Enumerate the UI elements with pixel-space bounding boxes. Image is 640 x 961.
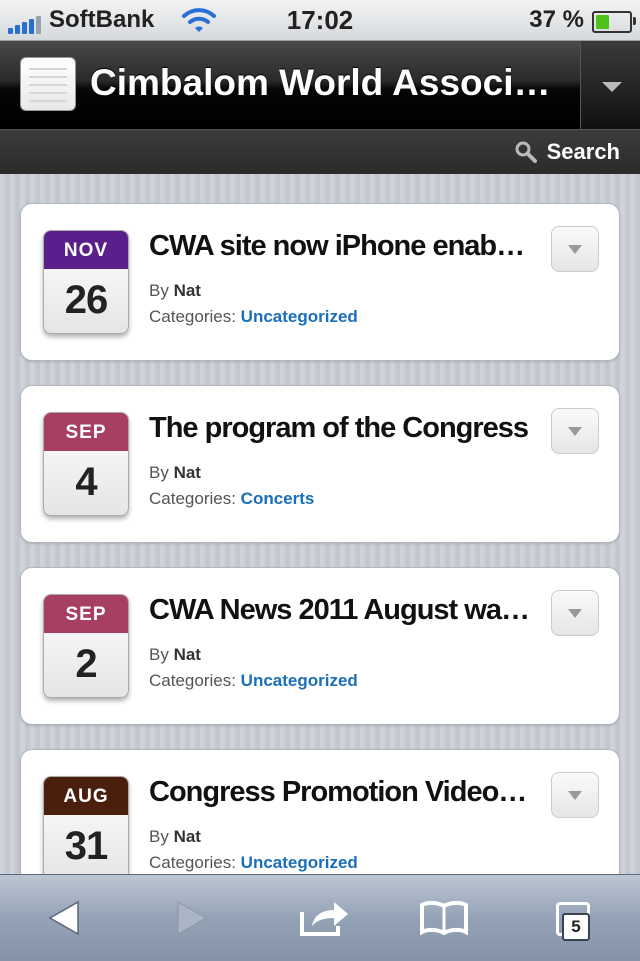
date-badge: SEP 2 xyxy=(43,594,129,698)
menu-toggle-button[interactable] xyxy=(580,41,640,129)
post-categories-line: Categories: Uncategorized xyxy=(149,852,358,874)
share-icon xyxy=(300,902,348,936)
post-list: NOV 26 CWA site now iPhone enabled By Na… xyxy=(0,174,640,874)
post-author: Nat xyxy=(173,463,201,482)
date-badge: AUG 31 xyxy=(43,776,129,874)
category-link[interactable]: Uncategorized xyxy=(241,671,358,690)
chevron-down-icon xyxy=(602,82,622,92)
date-month: SEP xyxy=(44,595,128,633)
post-author-line: By Nat xyxy=(149,644,201,666)
search-button[interactable]: Search xyxy=(515,136,620,168)
date-day: 4 xyxy=(75,460,97,504)
date-month: AUG xyxy=(44,777,128,815)
date-day: 26 xyxy=(64,278,109,322)
post-expand-button[interactable] xyxy=(551,226,599,272)
post-title[interactable]: CWA News 2011 August wa… xyxy=(149,592,529,628)
date-month: SEP xyxy=(44,413,128,451)
forward-button[interactable] xyxy=(142,875,242,961)
forward-arrow-icon xyxy=(177,901,208,935)
bookmarks-button[interactable] xyxy=(394,875,494,961)
site-logo-icon[interactable] xyxy=(20,57,76,111)
category-link[interactable]: Uncategorized xyxy=(241,853,358,872)
site-header: Cimbalom World Associati… xyxy=(0,41,640,129)
back-button[interactable] xyxy=(14,875,114,961)
post-expand-button[interactable] xyxy=(551,590,599,636)
categories-label: Categories: xyxy=(149,489,236,508)
tabs-button[interactable]: 5 xyxy=(520,875,620,961)
categories-label: Categories: xyxy=(149,307,236,326)
date-day: 31 xyxy=(64,824,109,868)
chevron-down-icon xyxy=(568,427,582,436)
by-label: By xyxy=(149,645,169,664)
chevron-down-icon xyxy=(568,609,582,618)
back-arrow-icon xyxy=(48,900,79,936)
battery-percent: 37 % xyxy=(529,6,584,33)
post-author-line: By Nat xyxy=(149,826,201,848)
search-label: Search xyxy=(546,139,620,164)
battery-level xyxy=(596,15,610,29)
post-expand-button[interactable] xyxy=(551,772,599,818)
date-badge: SEP 4 xyxy=(43,412,129,516)
share-button[interactable] xyxy=(274,875,374,961)
date-badge: NOV 26 xyxy=(43,230,129,334)
search-icon xyxy=(515,141,537,163)
post-author: Nat xyxy=(173,281,201,300)
site-title[interactable]: Cimbalom World Associati… xyxy=(90,61,560,105)
status-bar: SoftBank 17:02 37 % xyxy=(0,0,640,41)
search-bar: Search xyxy=(0,129,640,174)
categories-label: Categories: xyxy=(149,671,236,690)
categories-label: Categories: xyxy=(149,853,236,872)
post-title[interactable]: CWA site now iPhone enabled xyxy=(149,228,529,264)
tab-count: 5 xyxy=(562,913,590,941)
post-item[interactable]: SEP 2 CWA News 2011 August wa… By Nat Ca… xyxy=(20,567,620,725)
post-author-line: By Nat xyxy=(149,462,201,484)
post-title[interactable]: The program of the Congress xyxy=(149,410,529,446)
chevron-down-icon xyxy=(568,245,582,254)
post-item[interactable]: AUG 31 Congress Promotion Video … By Nat… xyxy=(20,749,620,874)
category-link[interactable]: Concerts xyxy=(241,489,315,508)
tabs-icon: 5 xyxy=(548,896,592,941)
chevron-down-icon xyxy=(568,791,582,800)
by-label: By xyxy=(149,281,169,300)
category-link[interactable]: Uncategorized xyxy=(241,307,358,326)
post-categories-line: Categories: Uncategorized xyxy=(149,670,358,692)
post-author: Nat xyxy=(173,645,201,664)
post-expand-button[interactable] xyxy=(551,408,599,454)
post-item[interactable]: SEP 4 The program of the Congress By Nat… xyxy=(20,385,620,543)
post-item[interactable]: NOV 26 CWA site now iPhone enabled By Na… xyxy=(20,203,620,361)
post-categories-line: Categories: Concerts xyxy=(149,488,314,510)
post-author-line: By Nat xyxy=(149,280,201,302)
battery-icon xyxy=(592,11,636,33)
by-label: By xyxy=(149,463,169,482)
post-title[interactable]: Congress Promotion Video … xyxy=(149,774,529,810)
bookmarks-icon xyxy=(420,900,468,936)
date-month: NOV xyxy=(44,231,128,269)
date-day: 2 xyxy=(75,642,97,686)
by-label: By xyxy=(149,827,169,846)
post-author: Nat xyxy=(173,827,201,846)
post-categories-line: Categories: Uncategorized xyxy=(149,306,358,328)
browser-toolbar: 5 xyxy=(0,874,640,961)
